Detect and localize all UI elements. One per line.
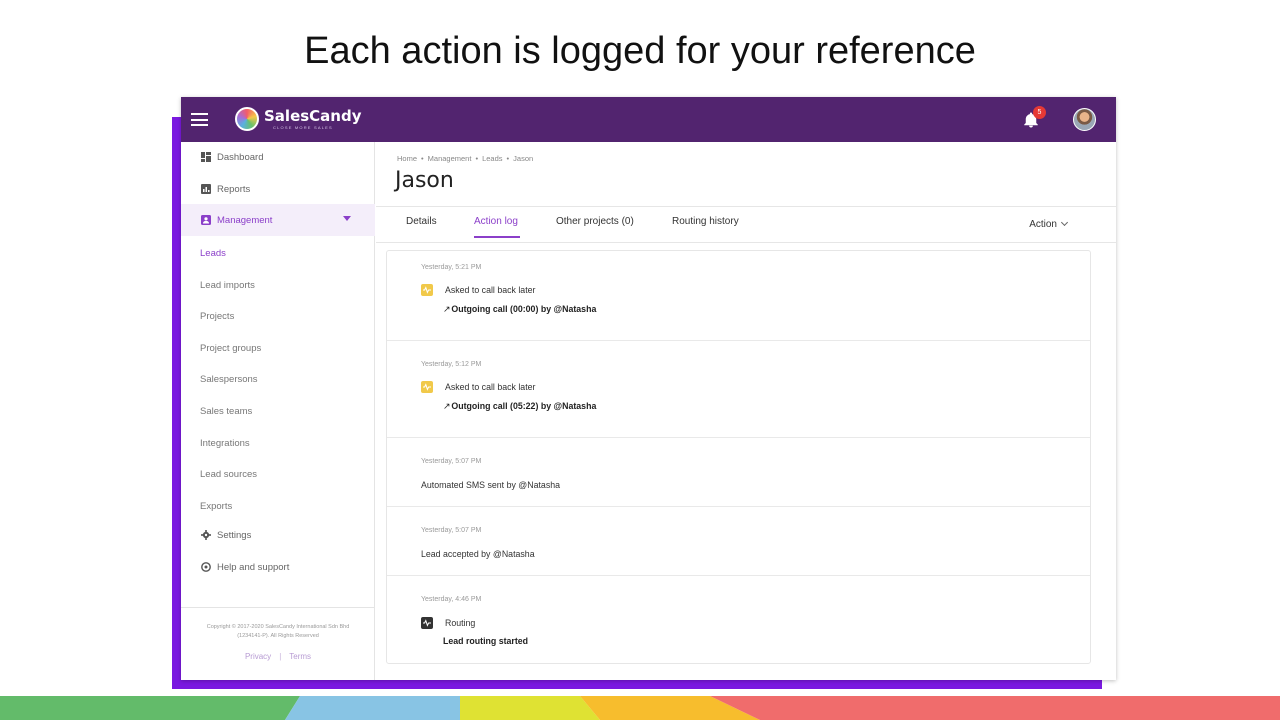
- notification-badge: 5: [1033, 106, 1046, 119]
- sidebar-subitem-label: Exports: [200, 500, 233, 512]
- call-icon: [421, 284, 433, 296]
- tab-bar: Details Action log Other projects (0) Ro…: [376, 207, 1116, 243]
- sidebar-subitem-label: Project groups: [200, 342, 262, 354]
- sidebar-subitem-project-groups[interactable]: Project groups: [181, 333, 375, 363]
- log-detail: Lead routing started: [443, 636, 529, 646]
- log-text: Automated SMS sent by @Natasha: [421, 480, 560, 490]
- breadcrumb-leads[interactable]: Leads: [482, 154, 502, 163]
- breadcrumb-management[interactable]: Management: [428, 154, 472, 163]
- log-entry: Yesterday, 4:46 PM Routing Lead routing …: [387, 576, 1090, 663]
- log-text: Asked to call back later: [445, 382, 536, 392]
- privacy-link[interactable]: Privacy: [245, 652, 271, 661]
- log-timestamp: Yesterday, 5:12 PM: [421, 361, 482, 368]
- copyright-text: Copyright © 2017-2020 SalesCandy Interna…: [206, 624, 350, 639]
- log-text: Routing: [445, 618, 476, 628]
- sidebar-subitem-projects[interactable]: Projects: [181, 301, 375, 331]
- help-icon: [201, 562, 211, 572]
- sidebar-item-help[interactable]: Help and support: [181, 552, 375, 582]
- slide-title: Each action is logged for your reference: [304, 30, 976, 72]
- sidebar-item-label: Management: [217, 214, 273, 226]
- sidebar: Dashboard Reports Management Leads Lead …: [181, 142, 375, 680]
- breadcrumb-current: Jason: [513, 154, 534, 163]
- bottom-color-stripe: [0, 696, 1280, 720]
- caret-down-icon: [343, 216, 351, 221]
- hamburger-menu-icon[interactable]: [191, 113, 208, 126]
- log-text: Lead accepted by @Natasha: [421, 549, 535, 559]
- log-timestamp: Yesterday, 4:46 PM: [421, 596, 482, 603]
- sidebar-subitem-label: Lead sources: [200, 468, 258, 480]
- sidebar-item-management[interactable]: Management: [181, 204, 375, 236]
- sidebar-item-dashboard[interactable]: Dashboard: [181, 142, 375, 172]
- sidebar-subitem-label: Projects: [200, 310, 235, 322]
- breadcrumb-home[interactable]: Home: [397, 154, 417, 163]
- sidebar-subitem-lead-imports[interactable]: Lead imports: [181, 270, 375, 300]
- sidebar-subitem-lead-sources[interactable]: Lead sources: [181, 459, 375, 489]
- logo-tagline: CLOSE MORE SALES: [273, 124, 333, 130]
- app-window: SalesCandy CLOSE MORE SALES 5 Dashboard: [181, 97, 1116, 680]
- log-timestamp: Yesterday, 5:07 PM: [421, 527, 482, 534]
- tab-details[interactable]: Details: [406, 216, 437, 227]
- log-entry: Yesterday, 5:07 PM Lead accepted by @Nat…: [387, 507, 1090, 576]
- logo-name: SalesCandy: [264, 106, 362, 125]
- sidebar-item-label: Reports: [217, 183, 251, 195]
- action-dropdown[interactable]: Action: [1029, 218, 1069, 230]
- terms-link[interactable]: Terms: [289, 652, 311, 661]
- call-icon: [421, 381, 433, 393]
- sidebar-subitem-integrations[interactable]: Integrations: [181, 428, 375, 458]
- action-dropdown-label: Action: [1029, 219, 1057, 230]
- log-timestamp: Yesterday, 5:07 PM: [421, 458, 482, 465]
- sidebar-item-settings[interactable]: Settings: [181, 520, 375, 550]
- log-entry: Yesterday, 5:21 PM Asked to call back la…: [387, 251, 1090, 341]
- main-content: Home • Management • Leads • Jason Jason Detail…: [376, 142, 1116, 680]
- dashboard-icon: [201, 152, 211, 162]
- log-entry: Yesterday, 5:12 PM Asked to call back la…: [387, 341, 1090, 438]
- sidebar-subitem-label: Lead imports: [200, 279, 255, 291]
- sidebar-item-reports[interactable]: Reports: [181, 174, 375, 204]
- footer-separator: |: [279, 652, 282, 661]
- sidebar-subitem-label: Salespersons: [200, 373, 258, 385]
- breadcrumb: Home • Management • Leads • Jason: [397, 154, 534, 163]
- management-icon: [201, 215, 211, 225]
- sidebar-subitem-salespersons[interactable]: Salespersons: [181, 364, 375, 394]
- sidebar-subitem-sales-teams[interactable]: Sales teams: [181, 396, 375, 426]
- action-log-list: Yesterday, 5:21 PM Asked to call back la…: [386, 250, 1091, 664]
- top-bar: SalesCandy CLOSE MORE SALES 5: [181, 97, 1116, 142]
- active-tab-indicator: [474, 236, 520, 238]
- sidebar-subitem-leads[interactable]: Leads: [181, 238, 375, 268]
- log-timestamp: Yesterday, 5:21 PM: [421, 264, 482, 271]
- salescandy-logo[interactable]: SalesCandy CLOSE MORE SALES: [235, 107, 362, 131]
- slide: Each action is logged for your reference…: [0, 0, 1280, 720]
- sidebar-subitem-label: Leads: [200, 247, 226, 259]
- user-avatar[interactable]: [1073, 108, 1096, 131]
- gear-icon: [201, 530, 211, 540]
- candy-logo-icon: [235, 107, 259, 131]
- sidebar-subitem-label: Sales teams: [200, 405, 253, 417]
- outgoing-arrow-icon: ↗: [443, 304, 451, 314]
- sidebar-subitem-exports[interactable]: Exports: [181, 491, 375, 521]
- chevron-down-icon: [1060, 218, 1069, 227]
- sidebar-item-label: Dashboard: [217, 151, 264, 163]
- footer-links: Privacy | Terms: [181, 652, 375, 661]
- reports-icon: [201, 184, 211, 194]
- routing-icon: [421, 617, 433, 629]
- tab-action-log[interactable]: Action log: [474, 216, 518, 227]
- log-text: Asked to call back later: [445, 285, 536, 295]
- sidebar-divider: [181, 607, 375, 608]
- log-detail: ↗Outgoing call (05:22) by @Natasha: [443, 401, 597, 411]
- log-detail: ↗Outgoing call (00:00) by @Natasha: [443, 304, 597, 314]
- tab-other-projects[interactable]: Other projects (0): [556, 216, 634, 227]
- tab-routing-history[interactable]: Routing history: [672, 216, 739, 227]
- page-title: Jason: [395, 168, 454, 193]
- sidebar-subitem-label: Integrations: [200, 437, 250, 449]
- sidebar-item-label: Help and support: [217, 561, 290, 573]
- sidebar-item-label: Settings: [217, 529, 252, 541]
- outgoing-arrow-icon: ↗: [443, 401, 451, 411]
- log-entry: Yesterday, 5:07 PM Automated SMS sent by…: [387, 438, 1090, 507]
